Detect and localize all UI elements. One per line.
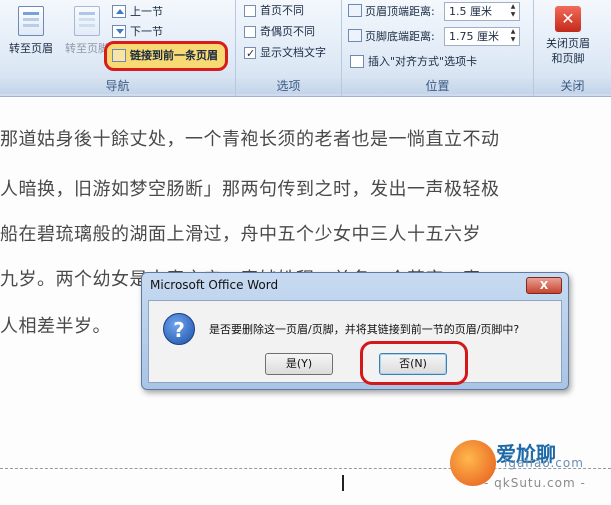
- close-group-label: 关闭: [534, 78, 611, 94]
- footer-distance-row: 页脚底端距离: 1.75 厘米 ▲ ▼: [348, 26, 520, 48]
- footer-distance-spinner[interactable]: 1.75 厘米 ▲ ▼: [444, 27, 520, 46]
- navigation-group-label: 导航: [0, 78, 235, 94]
- close-header-footer-button[interactable]: ✕ 关闭页眉 和页脚: [542, 4, 594, 66]
- goto-header-button[interactable]: 转至页眉: [2, 4, 60, 68]
- dialog-message: 是否要删除这一页眉/页脚，并将其链接到前一节的页眉/页脚中?: [209, 323, 520, 336]
- odd-even-different-checkbox[interactable]: 奇偶页不同: [242, 23, 315, 41]
- odd-even-different-label: 奇偶页不同: [260, 25, 315, 38]
- header-distance-value: 1.5 厘米: [449, 5, 492, 18]
- next-section-label: 下一节: [130, 25, 163, 38]
- footer-distance-icon: [348, 29, 362, 42]
- next-section-button[interactable]: 下一节: [110, 22, 163, 41]
- watermark-sub: - qkSutu.com -: [484, 476, 586, 490]
- checkbox-box: [244, 5, 256, 17]
- options-group: 首页不同 奇偶页不同 显示文档文字 选项: [236, 0, 342, 96]
- header-distance-spinner[interactable]: 1.5 厘米 ▲ ▼: [444, 2, 520, 21]
- dialog-close-button[interactable]: X: [526, 277, 562, 294]
- options-group-label: 选项: [236, 78, 341, 94]
- no-button[interactable]: 否(N): [379, 353, 447, 375]
- insert-alignment-tab-button[interactable]: 插入"对齐方式"选项卡: [348, 52, 477, 71]
- alignment-tab-icon: [350, 55, 364, 68]
- link-icon: [112, 49, 126, 62]
- document-line: 那道姑身後十餘丈处，一个青袍长须的老者也是一惝直立不动: [0, 129, 500, 150]
- close-group: ✕ 关闭页眉 和页脚 关闭: [534, 0, 611, 96]
- footer-distance-value: 1.75 厘米: [449, 30, 499, 43]
- document-line: 人暗换，旧游如梦空肠断」那两句传到之时，发出一声极轻极: [0, 179, 500, 200]
- prev-section-button[interactable]: 上一节: [110, 2, 163, 21]
- question-icon: ?: [163, 313, 195, 345]
- ribbon: 转至页眉 转至页脚 上一节 下一节 链接到前一条页眉 导航 首页不同 奇偶页不同: [0, 0, 611, 97]
- spinner-arrows-icon[interactable]: ▲ ▼: [508, 28, 518, 45]
- link-to-previous-label: 链接到前一条页眉: [130, 49, 218, 62]
- position-group: 页眉顶端距离: 1.5 厘米 ▲ ▼ 页脚底端距离: 1.75 厘米 ▲ ▼ 插入"…: [342, 0, 534, 96]
- first-page-different-checkbox[interactable]: 首页不同: [242, 2, 304, 20]
- document-line: 人相差半岁。: [0, 316, 111, 337]
- footer-icon: [74, 6, 100, 36]
- yes-button[interactable]: 是(Y): [265, 353, 333, 375]
- confirm-dialog: Microsoft Office Word X ? 是否要删除这一页眉/页脚，并…: [141, 272, 569, 390]
- position-group-label: 位置: [342, 78, 533, 94]
- arrow-down-icon: [112, 25, 126, 38]
- link-to-previous-button[interactable]: 链接到前一条页眉: [110, 46, 218, 65]
- show-document-text-label: 显示文档文字: [260, 46, 326, 59]
- prev-section-label: 上一节: [130, 5, 163, 18]
- dialog-body: ? 是否要删除这一页眉/页脚，并将其链接到前一节的页眉/页脚中? 是(Y) 否(…: [148, 300, 562, 385]
- goto-header-label: 转至页眉: [9, 42, 53, 55]
- watermark: 爱尬聊 lgaliao.com - qkSutu.com -: [440, 432, 611, 502]
- show-document-text-checkbox[interactable]: 显示文档文字: [242, 44, 326, 63]
- first-page-different-label: 首页不同: [260, 4, 304, 17]
- text-cursor: [342, 475, 344, 491]
- header-distance-row: 页眉顶端距离: 1.5 厘米 ▲ ▼: [348, 1, 520, 23]
- close-button-line2: 和页脚: [551, 52, 585, 65]
- header-distance-label: 页眉顶端距离:: [365, 5, 435, 18]
- insert-alignment-tab-label: 插入"对齐方式"选项卡: [368, 55, 478, 68]
- spinner-arrows-icon[interactable]: ▲ ▼: [508, 3, 518, 20]
- close-button-line1: 关闭页眉: [546, 37, 590, 50]
- navigation-group: 转至页眉 转至页脚 上一节 下一节 链接到前一条页眉 导航: [0, 0, 236, 96]
- arrow-up-icon: [112, 5, 126, 18]
- header-icon: [18, 6, 44, 36]
- checkbox-box: [244, 26, 256, 38]
- checkbox-checked-icon: [244, 45, 256, 63]
- dialog-title: Microsoft Office Word: [150, 278, 279, 292]
- header-distance-icon: [348, 4, 362, 17]
- footer-distance-label: 页脚底端距离:: [365, 30, 435, 43]
- watermark-url: lgaliao.com: [504, 456, 584, 470]
- goto-footer-label: 转至页脚: [65, 42, 109, 55]
- close-icon: ✕: [555, 6, 581, 32]
- document-line: 船在碧琉璃般的湖面上滑过，舟中五个少女中三人十五六岁: [0, 224, 481, 245]
